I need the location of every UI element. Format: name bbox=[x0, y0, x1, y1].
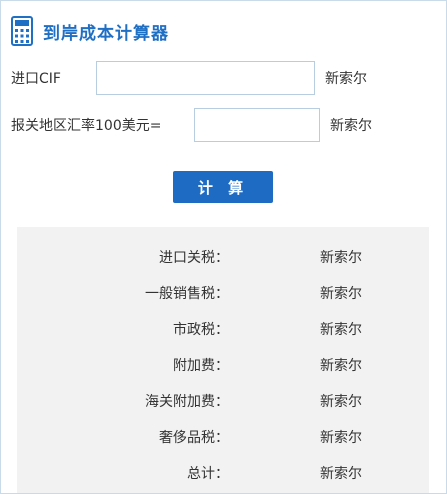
result-row-luxury-tax: 奢侈品税： 新索尔 bbox=[17, 427, 429, 447]
result-unit: 新索尔 bbox=[320, 430, 362, 446]
result-unit: 新索尔 bbox=[320, 322, 362, 338]
cif-row: 进口CIF 新索尔 bbox=[11, 61, 367, 95]
result-unit: 新索尔 bbox=[320, 286, 362, 302]
cif-unit: 新索尔 bbox=[325, 71, 367, 87]
page-title: 到岸成本计算器 bbox=[43, 23, 169, 44]
result-label: 附加费： bbox=[173, 358, 229, 374]
exchange-rate-row: 报关地区汇率100美元= 新索尔 bbox=[11, 108, 372, 142]
header: 到岸成本计算器 bbox=[11, 15, 169, 47]
result-unit: 新索尔 bbox=[320, 466, 362, 482]
result-label: 海关附加费： bbox=[145, 394, 229, 410]
results-panel: 进口关税： 新索尔 一般销售税： 新索尔 市政税： 新索尔 附加费： 新索尔 海… bbox=[17, 227, 429, 493]
exchange-rate-label: 报关地区汇率100美元= bbox=[11, 118, 162, 134]
result-label: 一般销售税： bbox=[145, 286, 229, 302]
result-unit: 新索尔 bbox=[320, 394, 362, 410]
result-label: 市政税： bbox=[173, 322, 229, 338]
calculator-panel: 到岸成本计算器 进口CIF 新索尔 报关地区汇率100美元= 新索尔 计 算 进… bbox=[0, 0, 447, 494]
result-unit: 新索尔 bbox=[320, 250, 362, 266]
result-row-total: 总计： 新索尔 bbox=[17, 463, 429, 483]
result-label: 奢侈品税： bbox=[159, 430, 229, 446]
cif-label: 进口CIF bbox=[11, 71, 61, 87]
result-unit: 新索尔 bbox=[320, 358, 362, 374]
result-row-surcharge: 附加费： 新索尔 bbox=[17, 355, 429, 375]
result-row-customs-surcharge: 海关附加费： 新索尔 bbox=[17, 391, 429, 411]
exchange-rate-input[interactable] bbox=[194, 108, 320, 142]
result-row-sales-tax: 一般销售税： 新索尔 bbox=[17, 283, 429, 303]
calculate-button[interactable]: 计 算 bbox=[173, 171, 273, 203]
result-label: 进口关税： bbox=[159, 250, 229, 266]
result-row-municipal-tax: 市政税： 新索尔 bbox=[17, 319, 429, 339]
cif-input[interactable] bbox=[96, 61, 315, 95]
exchange-rate-unit: 新索尔 bbox=[330, 118, 372, 134]
result-row-import-duty: 进口关税： 新索尔 bbox=[17, 247, 429, 267]
calculator-icon bbox=[11, 16, 33, 46]
result-label: 总计： bbox=[187, 466, 229, 482]
